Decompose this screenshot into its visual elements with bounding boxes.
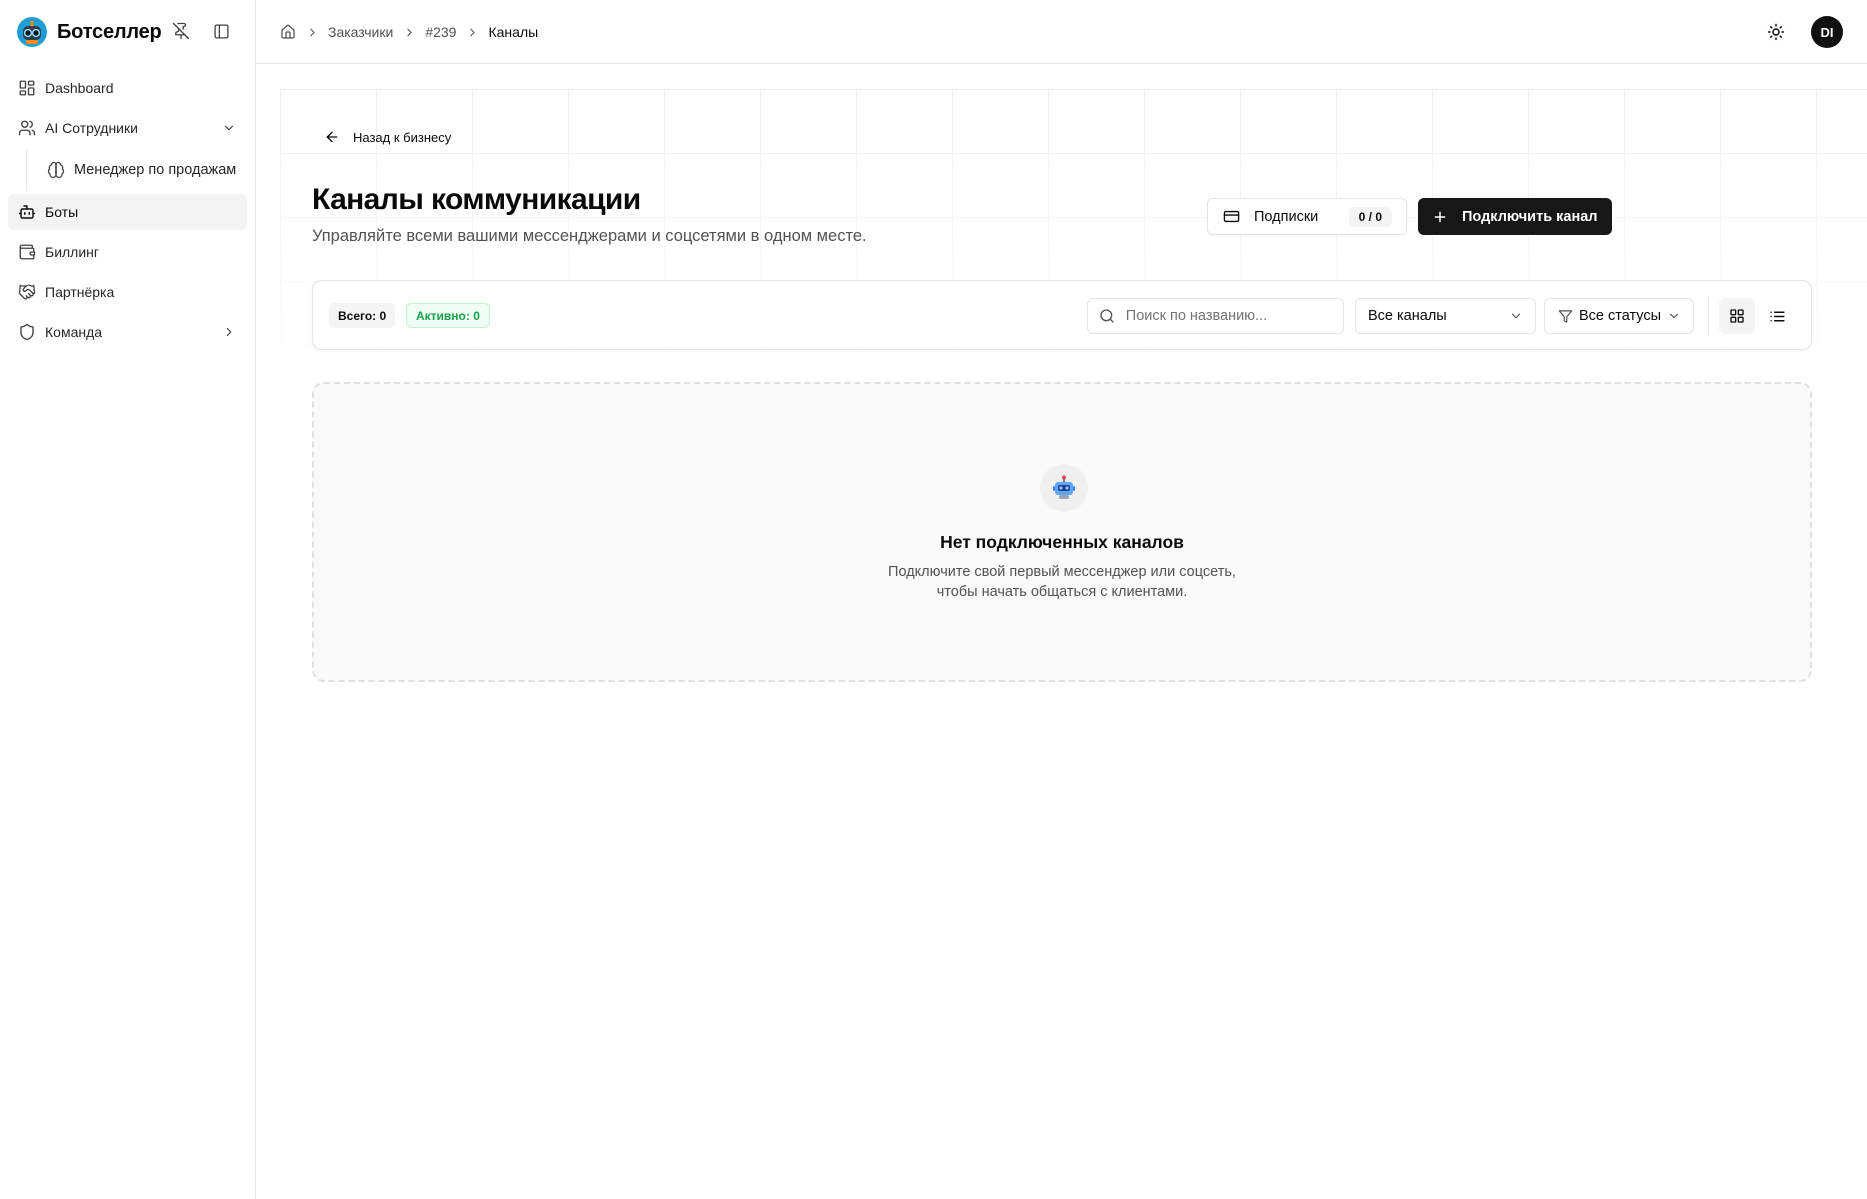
sidebar-item-team[interactable]: Команда: [8, 314, 247, 350]
breadcrumb-customers[interactable]: Заказчики: [328, 24, 393, 40]
sidebar-item-label: Боты: [45, 204, 79, 220]
robot-emoji-icon: [1040, 464, 1088, 512]
sidebar-nav: Dashboard AI Сотрудники Менеджер по прод…: [8, 70, 247, 354]
subscriptions-label: Подписки: [1254, 208, 1319, 225]
subscriptions-count-badge: 0 / 0: [1348, 206, 1392, 227]
sidebar-item-label: AI Сотрудники: [45, 120, 138, 136]
sidebar-item-ai-employees[interactable]: AI Сотрудники: [8, 110, 247, 146]
sidebar-item-label: Менеджер по продажам: [74, 162, 237, 178]
users-icon: [18, 119, 36, 137]
breadcrumb-customer-id[interactable]: #239: [425, 24, 456, 40]
pin-off-icon[interactable]: [170, 20, 192, 42]
brand[interactable]: Ботселлер: [16, 14, 162, 50]
sidebar-item-label: Партнёрка: [45, 284, 115, 300]
empty-state-line-1: Подключите свой первый мессенджер или со…: [888, 564, 1236, 580]
channels-filter-value: Все каналы: [1368, 308, 1447, 324]
shield-icon: [18, 323, 36, 341]
wallet-icon: [18, 243, 36, 261]
top-header: Заказчики #239 Каналы DI: [256, 0, 1867, 64]
credit-card-icon: [1222, 208, 1240, 226]
sidebar: Ботселлер Dashboard AI Сотрудники Менедж…: [0, 0, 256, 1199]
breadcrumb: Заказчики #239 Каналы: [280, 20, 538, 44]
brand-name: Ботселлер: [57, 20, 162, 43]
back-to-business-link[interactable]: Назад к бизнесу: [323, 125, 451, 149]
total-count-badge: Всего: 0: [329, 303, 396, 328]
status-filter-select[interactable]: Все статусы: [1544, 298, 1694, 334]
search-input[interactable]: [1125, 308, 1333, 324]
bot-icon: [18, 203, 36, 221]
sidebar-item-label: Команда: [45, 324, 103, 340]
list-icon: [1769, 311, 1785, 321]
sun-icon[interactable]: [1765, 21, 1787, 43]
home-icon[interactable]: [280, 24, 296, 40]
page-subtitle: Управляйте всеми вашими мессенджерами и …: [312, 227, 867, 245]
active-count-badge: Активно: 0: [406, 303, 490, 328]
brain-icon: [47, 161, 65, 179]
page-title: Каналы коммуникации: [312, 183, 641, 216]
list-view-button[interactable]: [1759, 298, 1795, 334]
sidebar-item-label: Dashboard: [45, 80, 114, 96]
channels-toolbar: Всего: 0 Активно: 0 Все каналы Все стату: [312, 280, 1812, 350]
empty-state: Нет подключенных каналов Подключите свой…: [312, 382, 1812, 682]
sidebar-item-billing[interactable]: Биллинг: [8, 234, 247, 270]
sidebar-item-sales-manager[interactable]: Менеджер по продажам: [37, 150, 247, 190]
handshake-icon: [18, 283, 36, 301]
empty-state-title: Нет подключенных каналов: [940, 532, 1184, 552]
grid-icon: [1730, 309, 1744, 323]
status-filter-value: Все статусы: [1579, 308, 1662, 324]
channels-filter-select[interactable]: Все каналы: [1355, 298, 1536, 334]
robot-logo-icon: [16, 16, 48, 48]
sidebar-toggle-icon[interactable]: [210, 20, 232, 42]
breadcrumb-current: Каналы: [488, 24, 539, 40]
chevron-right-icon: [401, 24, 417, 40]
sidebar-item-dashboard[interactable]: Dashboard: [8, 70, 247, 106]
sidebar-submenu-ai-employees: Менеджер по продажам: [26, 150, 247, 190]
connect-channel-label: Подключить канал: [1462, 208, 1598, 225]
dashboard-icon: [18, 79, 36, 97]
filter-icon: [1557, 308, 1573, 324]
plus-icon: [1432, 209, 1448, 225]
sidebar-item-partners[interactable]: Партнёрка: [8, 274, 247, 310]
empty-state-line-2: чтобы начать общаться с клиентами.: [936, 584, 1188, 600]
back-link-label: Назад к бизнесу: [353, 129, 452, 145]
sidebar-item-bots[interactable]: Боты: [8, 194, 247, 230]
toolbar-divider: [1708, 298, 1709, 334]
avatar[interactable]: DI: [1811, 16, 1843, 48]
main-content: Назад к бизнесу Каналы коммуникации Упра…: [256, 65, 1867, 1199]
empty-state-description: Подключите свой первый мессенджер или со…: [314, 562, 1810, 602]
search-icon: [1098, 307, 1116, 325]
chevron-down-icon: [1667, 309, 1681, 323]
chevron-down-icon: [1509, 309, 1523, 323]
arrow-left-icon: [323, 128, 341, 146]
chevron-right-icon: [304, 24, 320, 40]
connect-channel-button[interactable]: Подключить канал: [1418, 198, 1612, 235]
search-box[interactable]: [1087, 298, 1344, 334]
grid-view-button[interactable]: [1719, 298, 1755, 334]
chevron-right-icon: [221, 324, 237, 340]
subscriptions-button[interactable]: Подписки 0 / 0: [1207, 198, 1407, 235]
sidebar-item-label: Биллинг: [45, 244, 100, 260]
chevron-right-icon: [464, 24, 480, 40]
chevron-down-icon: [221, 120, 237, 136]
